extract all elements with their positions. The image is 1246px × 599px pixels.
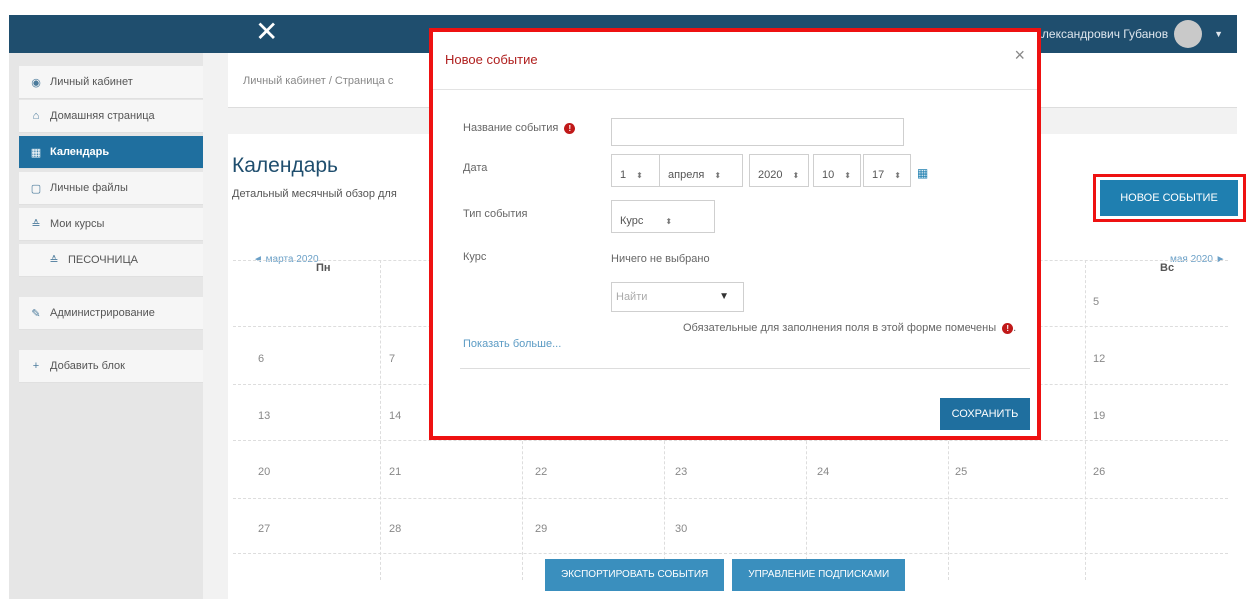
sidebar-item-label: Мои курсы	[50, 218, 105, 230]
sidebar-item-label: Добавить блок	[50, 360, 125, 372]
sidebar-item-label: Календарь	[50, 146, 110, 158]
modal-title: Новое событие	[445, 52, 538, 67]
grid-line	[233, 440, 1228, 441]
page-title: Календарь	[232, 154, 338, 177]
day-cell[interactable]: 21	[389, 466, 401, 478]
file-icon: ▢	[30, 182, 42, 195]
day-cell[interactable]: 26	[1093, 466, 1105, 478]
grid-line	[233, 553, 1228, 554]
day-cell[interactable]: 23	[675, 466, 687, 478]
minute-select[interactable]: 17 ⬍	[863, 154, 911, 187]
day-cell[interactable]: 25	[955, 466, 967, 478]
month-select[interactable]: апреля ⬍	[659, 154, 743, 187]
sidebar-item-label: Личный кабинет	[50, 76, 133, 88]
day-cell[interactable]: 28	[389, 523, 401, 535]
select-arrow-icon: ⬍	[665, 217, 673, 226]
course-label: Курс	[463, 251, 487, 263]
user-menu[interactable]: Александрович Губанов ▼	[1034, 15, 1223, 53]
sidebar-item-my-courses[interactable]: ≙ Мои курсы	[19, 208, 203, 241]
new-event-modal: Новое событие × Название события! Дата 1…	[429, 28, 1041, 440]
day-cell[interactable]: 20	[258, 466, 270, 478]
event-type-select[interactable]: Курс ⬍	[611, 200, 715, 233]
day-cell[interactable]: 7	[389, 353, 395, 365]
weekday-mon: Пн	[316, 262, 331, 274]
day-cell[interactable]: 6	[258, 353, 264, 365]
sidebar-item-label: Домашняя страница	[50, 110, 155, 122]
sidebar-item-label: ПЕСОЧНИЦА	[68, 254, 138, 266]
day-cell[interactable]: 22	[535, 466, 547, 478]
home-icon: ⌂	[32, 110, 40, 122]
day-cell[interactable]: 19	[1093, 410, 1105, 422]
select-arrow-icon: ⬍	[894, 171, 901, 180]
required-icon: !	[564, 122, 576, 134]
day-cell[interactable]: 29	[535, 523, 547, 535]
day-cell[interactable]: 27	[258, 523, 270, 535]
weekday-sun: Вс	[1160, 262, 1175, 274]
select-arrow-icon: ⬍	[792, 171, 800, 180]
select-arrow-icon: ⬍	[844, 171, 851, 180]
dashboard-icon: ◉	[31, 76, 41, 89]
show-more-link[interactable]: Показать больше...	[463, 338, 561, 350]
sidebar-item-dashboard[interactable]: ◉ Личный кабинет	[19, 66, 203, 99]
sidebar: ◉ Личный кабинет ⌂ Домашняя страница ▦ К…	[9, 53, 203, 599]
modal-header: Новое событие ×	[433, 32, 1037, 90]
hour-select[interactable]: 10 ⬍	[813, 154, 861, 187]
graduation-cap-icon: ≙	[31, 218, 41, 231]
event-name-label: Название события!	[463, 122, 576, 134]
sidebar-item-label: Администрирование	[50, 307, 155, 319]
export-events-button[interactable]: ЭКСПОРТИРОВАТЬ СОБЫТИЯ	[545, 559, 725, 591]
calendar-description: Детальный месячный обзор для	[232, 188, 397, 200]
calendar-icon: ▦	[30, 146, 42, 159]
sidebar-item-home[interactable]: ⌂ Домашняя страница	[19, 100, 203, 133]
close-icon[interactable]: ✕	[255, 17, 278, 47]
user-name[interactable]: Александрович Губанов	[1034, 27, 1168, 41]
event-type-label: Тип события	[463, 208, 528, 220]
wrench-icon: ✎	[31, 307, 41, 320]
plus-square-icon: +	[32, 360, 40, 372]
required-icon: !	[1002, 322, 1014, 334]
grid-line	[1085, 260, 1086, 580]
manage-subscriptions-button[interactable]: УПРАВЛЕНИЕ ПОДПИСКАМИ	[732, 559, 906, 591]
event-name-input[interactable]	[611, 118, 904, 146]
footer-buttons: ЭКСПОРТИРОВАТЬ СОБЫТИЯ УПРАВЛЕНИЕ ПОДПИС…	[545, 559, 906, 591]
calendar-icon[interactable]: ▦	[917, 166, 928, 180]
day-cell[interactable]: 24	[817, 466, 829, 478]
day-cell[interactable]: 30	[675, 523, 687, 535]
highlight-frame	[1093, 174, 1246, 222]
sidebar-item-administration[interactable]: ✎ Администрирование	[19, 297, 203, 330]
day-cell[interactable]: 14	[389, 410, 401, 422]
sidebar-item-calendar[interactable]: ▦ Календарь	[19, 136, 203, 169]
grid-line	[233, 498, 1228, 499]
close-icon[interactable]: ×	[1014, 45, 1025, 66]
sidebar-item-files[interactable]: ▢ Личные файлы	[19, 172, 203, 205]
sidebar-item-add-block[interactable]: + Добавить блок	[19, 350, 203, 383]
divider	[460, 368, 1030, 369]
chevron-down-icon[interactable]: ▼	[1214, 29, 1223, 39]
day-cell[interactable]: 5	[1093, 296, 1099, 308]
graduation-cap-icon: ≙	[49, 254, 59, 267]
day-cell[interactable]: 13	[258, 410, 270, 422]
grid-line	[380, 260, 381, 580]
breadcrumb[interactable]: Личный кабинет / Страница с	[243, 75, 393, 87]
course-search-select[interactable]: Найти ▼	[611, 282, 744, 312]
day-cell[interactable]: 12	[1093, 353, 1105, 365]
sidebar-item-label: Личные файлы	[50, 182, 128, 194]
required-note: Обязательные для заполнения поля в этой …	[683, 322, 1017, 334]
sidebar-item-sandbox[interactable]: ≙ ПЕСОЧНИЦА	[19, 244, 203, 277]
avatar[interactable]	[1174, 20, 1203, 48]
select-arrow-icon: ⬍	[714, 171, 722, 180]
day-select[interactable]: 1 ⬍	[611, 154, 665, 187]
date-label: Дата	[463, 162, 488, 174]
save-button[interactable]: СОХРАНИТЬ	[940, 398, 1030, 430]
year-select[interactable]: 2020 ⬍	[749, 154, 809, 187]
chevron-down-icon: ▼	[719, 291, 729, 302]
select-arrow-icon: ⬍	[636, 171, 643, 180]
course-selection: Ничего не выбрано	[611, 253, 710, 265]
